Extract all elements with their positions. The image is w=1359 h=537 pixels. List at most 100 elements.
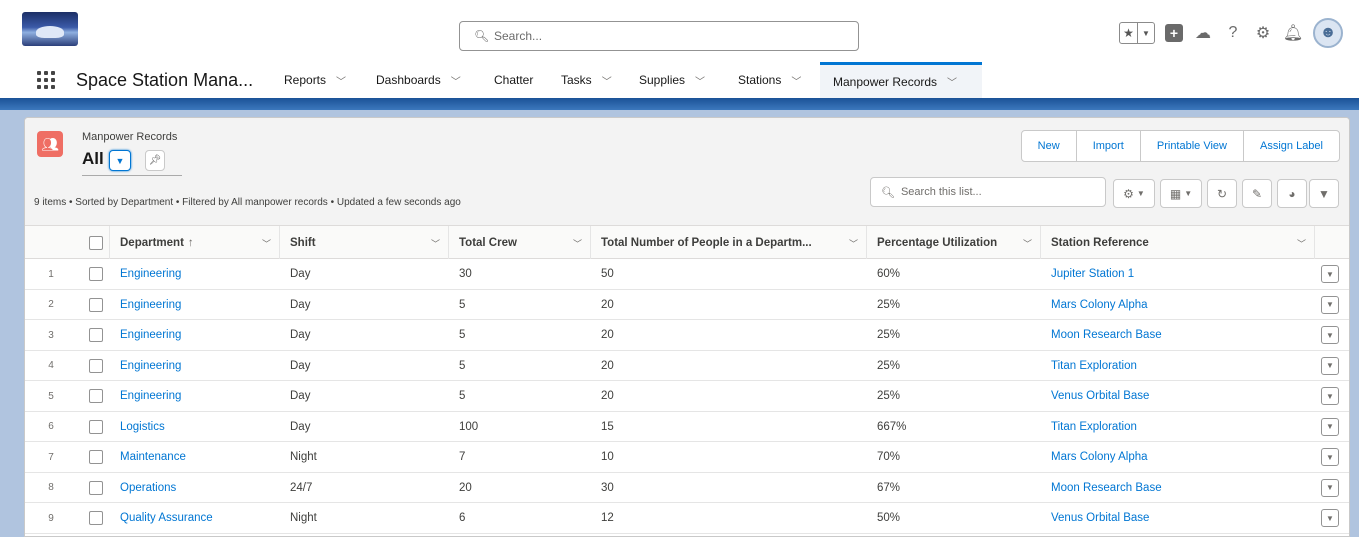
department-link[interactable]: Engineering — [110, 290, 280, 320]
edit-list-button[interactable]: ✎ — [1242, 179, 1272, 208]
charts-button[interactable]: ◕ — [1277, 179, 1307, 208]
station-link[interactable]: Jupiter Station 1 — [1041, 259, 1315, 289]
avatar[interactable]: ☻ — [1313, 18, 1343, 48]
station-link[interactable]: Moon Research Base — [1041, 473, 1315, 503]
station-link[interactable]: Mars Colony Alpha — [1041, 442, 1315, 472]
star-icon[interactable]: ★ — [1120, 23, 1137, 43]
column-percentage-utilization[interactable]: Percentage Utilization ﹀ — [867, 226, 1041, 259]
row-action-menu-icon[interactable]: ▼ — [1321, 509, 1339, 527]
row-action-menu-icon[interactable]: ▼ — [1321, 265, 1339, 283]
org-logo[interactable] — [22, 12, 78, 46]
department-link[interactable]: Logistics — [110, 412, 280, 442]
help-icon[interactable]: ? — [1223, 23, 1243, 43]
chevron-down-icon[interactable]: ﹀ — [1297, 237, 1306, 250]
chevron-down-icon[interactable]: ﹀ — [695, 73, 705, 88]
table-row: 8 Operations 24/7 20 30 67% Moon Research Base… — [25, 473, 1349, 503]
department-link[interactable]: Maintenance — [110, 442, 280, 472]
list-settings-button[interactable]: ⚙ ▼ — [1113, 179, 1155, 208]
row-checkbox[interactable] — [89, 358, 103, 373]
department-link[interactable]: Engineering — [110, 320, 280, 350]
column-department[interactable]: Department ↑ ﹀ — [110, 226, 280, 259]
row-checkbox[interactable] — [89, 297, 103, 312]
column-total-crew[interactable]: Total Crew ﹀ — [449, 226, 591, 259]
row-checkbox[interactable] — [89, 389, 103, 403]
row-checkbox[interactable] — [89, 328, 103, 342]
row-action-menu-icon[interactable]: ▼ — [1321, 417, 1339, 436]
global-search[interactable]: 🔍︎ — [459, 21, 859, 51]
new-button[interactable]: New — [1022, 131, 1076, 161]
chevron-down-icon[interactable]: ﹀ — [336, 73, 346, 88]
row-checkbox[interactable] — [89, 480, 103, 495]
pin-icon: 📌︎ — [148, 155, 162, 166]
cloud-icon[interactable]: ☁ — [1193, 23, 1213, 43]
row-checkbox[interactable] — [89, 450, 103, 464]
chevron-down-icon[interactable]: ﹀ — [431, 237, 440, 250]
column-shift[interactable]: Shift ﹀ — [280, 226, 449, 259]
bell-icon[interactable]: 🔔︎ — [1283, 23, 1303, 43]
station-link[interactable]: Titan Exploration — [1041, 351, 1315, 381]
list-search-input[interactable] — [900, 186, 1101, 198]
department-link[interactable]: Operations — [110, 473, 280, 503]
row-action-menu-icon[interactable]: ▼ — [1321, 326, 1339, 344]
pin-list-view-button[interactable]: 📌︎ — [145, 150, 165, 171]
row-actions: ▼ — [1321, 320, 1349, 350]
row-checkbox[interactable] — [89, 267, 103, 281]
row-action-menu-icon[interactable]: ▼ — [1321, 295, 1339, 314]
display-as-button[interactable]: ▦ ▼ — [1160, 179, 1202, 208]
nav-item-stations[interactable]: Stations ﹀ — [738, 62, 801, 98]
station-link[interactable]: Mars Colony Alpha — [1041, 290, 1315, 320]
records-table: Department ↑ ﹀ Shift ﹀ Total Crew ﹀ Tota… — [25, 226, 1349, 534]
station-link[interactable]: Titan Exploration — [1041, 412, 1315, 442]
table-row: 2 Engineering Day 5 20 25% Mars Colony Alpha ▼ — [25, 290, 1349, 320]
import-button[interactable]: Import — [1075, 131, 1140, 161]
department-link[interactable]: Engineering — [110, 381, 280, 411]
row-checkbox[interactable] — [89, 419, 103, 434]
favorites-group[interactable]: ★ ▼ — [1119, 22, 1155, 44]
chevron-down-icon[interactable]: ﹀ — [451, 73, 461, 88]
column-station-reference[interactable]: Station Reference ﹀ — [1041, 226, 1315, 259]
station-link[interactable]: Venus Orbital Base — [1041, 381, 1315, 411]
nav-item-chatter[interactable]: Chatter — [494, 62, 533, 98]
row-action-menu-icon[interactable]: ▼ — [1321, 478, 1339, 497]
nav-item-dashboards[interactable]: Dashboards ﹀ — [376, 62, 461, 98]
chevron-down-icon[interactable]: ﹀ — [602, 73, 612, 88]
chevron-down-icon[interactable]: ﹀ — [1023, 237, 1032, 250]
table-row: 5 Engineering Day 5 20 25% Venus Orbital Base ▼ — [25, 381, 1349, 412]
nav-item-manpower-records[interactable]: Manpower Records ﹀ — [820, 62, 982, 98]
row-select — [89, 412, 111, 442]
nav-item-label: Manpower Records — [833, 74, 938, 89]
column-label: Total Crew — [459, 236, 517, 249]
row-action-menu-icon[interactable]: ▼ — [1321, 387, 1339, 405]
chevron-down-icon[interactable]: ﹀ — [849, 237, 858, 250]
list-view-switcher[interactable]: ▼ — [109, 150, 131, 171]
row-checkbox[interactable] — [89, 511, 103, 525]
total-crew-value: 30 — [459, 268, 472, 280]
chevron-down-icon[interactable]: ﹀ — [791, 73, 801, 88]
row-action-menu-icon[interactable]: ▼ — [1321, 448, 1339, 466]
row-action-menu-icon[interactable]: ▼ — [1321, 356, 1339, 375]
app-launcher-icon[interactable] — [37, 71, 55, 89]
nav-item-tasks[interactable]: Tasks ﹀ — [561, 62, 612, 98]
filter-button[interactable]: ▼ — [1309, 179, 1339, 208]
column-total-people[interactable]: Total Number of People in a Departm... ﹀ — [591, 226, 867, 259]
global-search-input[interactable] — [494, 29, 834, 43]
refresh-button[interactable]: ↻ — [1207, 179, 1237, 208]
printable-view-button[interactable]: Printable View — [1139, 131, 1243, 161]
chevron-down-icon[interactable]: ﹀ — [573, 237, 582, 250]
department-link[interactable]: Engineering — [110, 259, 280, 289]
add-icon[interactable]: + — [1165, 24, 1183, 42]
nav-item-supplies[interactable]: Supplies ﹀ — [639, 62, 705, 98]
assign-label-button[interactable]: Assign Label — [1243, 131, 1339, 161]
chevron-down-icon[interactable]: ▼ — [1137, 23, 1154, 43]
station-link[interactable]: Venus Orbital Base — [1041, 503, 1315, 533]
station-link[interactable]: Moon Research Base — [1041, 320, 1315, 350]
utilization-value: 667% — [877, 420, 907, 433]
list-search[interactable]: 🔍︎ — [870, 177, 1106, 207]
department-link[interactable]: Engineering — [110, 351, 280, 381]
department-link[interactable]: Quality Assurance — [110, 503, 280, 533]
nav-item-reports[interactable]: Reports ﹀ — [284, 62, 346, 98]
chevron-down-icon[interactable]: ﹀ — [262, 237, 271, 250]
chevron-down-icon[interactable]: ﹀ — [947, 74, 957, 89]
select-all-checkbox[interactable] — [89, 235, 103, 250]
gear-icon[interactable]: ⚙ — [1253, 23, 1273, 43]
